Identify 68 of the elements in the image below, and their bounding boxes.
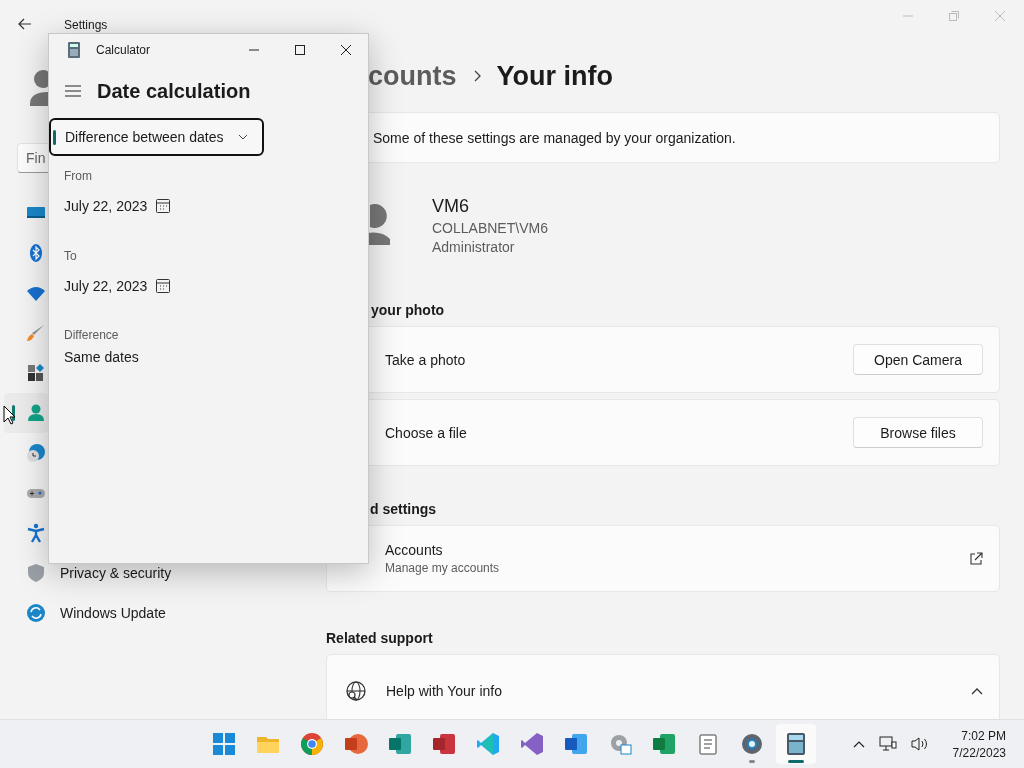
chevron-up-icon[interactable] (971, 687, 983, 695)
app-icon (520, 732, 544, 756)
app-icon (388, 732, 412, 756)
maximize-icon[interactable] (294, 44, 306, 56)
calculator-icon (68, 42, 80, 58)
menu-icon[interactable] (65, 85, 81, 97)
field-label: To (64, 249, 78, 263)
mode-dropdown[interactable]: Difference between dates (49, 118, 264, 156)
app-icon (652, 732, 676, 756)
close-icon[interactable] (340, 44, 352, 56)
search-field[interactable]: Fin (17, 143, 48, 173)
card-label: Choose a file (385, 424, 468, 441)
link-card[interactable]: Accounts Manage my accounts (326, 525, 1000, 592)
nav-item[interactable]: Windows Update (4, 605, 318, 621)
globe-icon (345, 680, 367, 702)
nav-item[interactable]: Privacy & security (4, 565, 318, 581)
back-icon[interactable] (18, 18, 32, 30)
code-editor-icon (476, 732, 500, 756)
mode-title: Date calculation (97, 79, 251, 103)
taskbar-app[interactable] (776, 724, 816, 764)
calendar-icon (156, 279, 171, 293)
date-picker[interactable]: July 22, 2023 (64, 271, 171, 301)
calendar-icon (156, 199, 171, 213)
window-title: Calculator (96, 43, 151, 57)
shield-icon (26, 563, 46, 583)
app-icon (344, 732, 368, 756)
avatar-icon (30, 70, 48, 106)
app-icon (432, 732, 456, 756)
chevron-right-icon (472, 70, 481, 82)
expander-card[interactable]: Help with Your info (326, 654, 1000, 720)
field-label: Difference (64, 328, 120, 342)
clipboard-icon (696, 732, 720, 756)
result-value: Same dates (64, 349, 140, 365)
refresh-icon (26, 603, 46, 623)
window-title: Settings (64, 17, 108, 32)
section-heading: d settings (369, 500, 438, 519)
browser-icon (300, 732, 324, 756)
breadcrumb-link[interactable]: counts (368, 60, 457, 92)
action-button[interactable]: Open Camera (853, 344, 983, 375)
accessibility-icon (26, 523, 46, 543)
apps-icon (26, 363, 46, 383)
card-label: Accounts (385, 542, 444, 558)
volume-icon[interactable] (910, 736, 929, 752)
section-heading: Related support (326, 629, 434, 648)
clock[interactable]: 7:02 PM 7/22/2023 (952, 728, 1006, 760)
external-link-icon[interactable] (969, 551, 983, 566)
field-label: From (64, 169, 93, 183)
account-name: COLLABNET\VM6 (432, 219, 548, 236)
chevron-down-icon (237, 134, 248, 140)
clock-icon (26, 443, 46, 463)
card-description: Manage my accounts (385, 561, 501, 575)
card-label: Take a photo (385, 351, 467, 368)
person-icon (26, 403, 46, 423)
date-picker[interactable]: July 22, 2023 (64, 191, 171, 221)
avatar-icon (368, 203, 392, 247)
app-icon (564, 732, 588, 756)
card-label: Help with Your info (386, 683, 503, 699)
action-button[interactable]: Browse files (853, 417, 983, 448)
chevron-up-icon[interactable] (852, 740, 865, 748)
brush-icon (26, 323, 46, 343)
cursor-icon (3, 405, 15, 425)
calculator-icon (784, 732, 808, 756)
page-title: Your info (496, 60, 613, 92)
start-icon (212, 732, 236, 756)
account-role: Administrator (432, 238, 516, 255)
user-name: VM6 (432, 195, 470, 217)
network-icon[interactable] (878, 736, 897, 752)
section-heading: your photo (370, 301, 446, 320)
